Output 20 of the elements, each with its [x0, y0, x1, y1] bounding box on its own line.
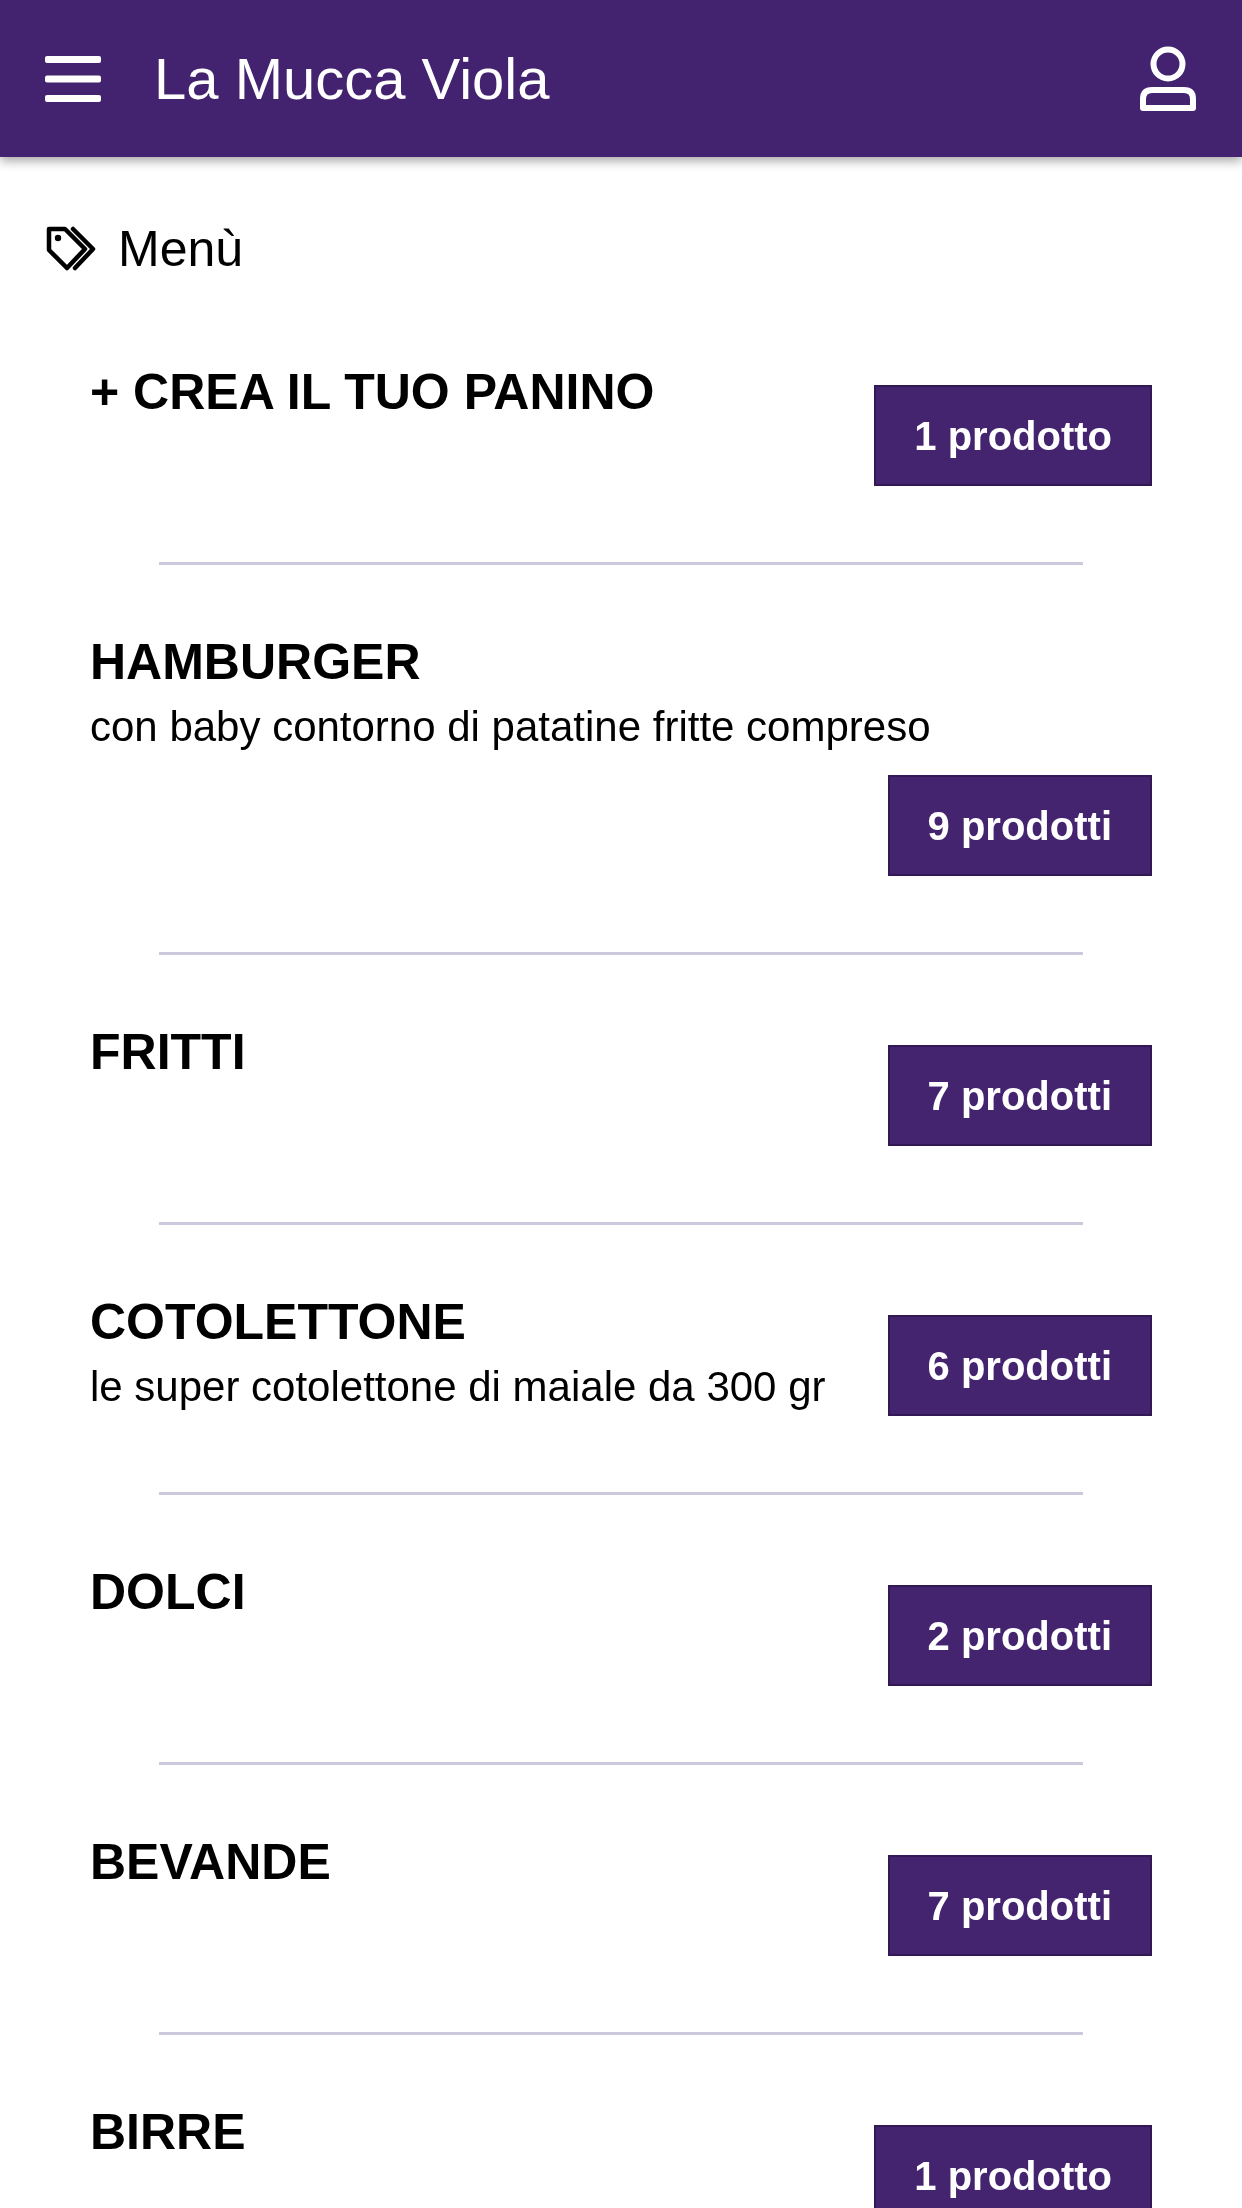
category-title: BEVANDE [90, 1833, 331, 1892]
category-title: BIRRE [90, 2103, 246, 2162]
category-title: + CREA IL TUO PANINO [90, 363, 655, 422]
user-icon[interactable] [1139, 45, 1197, 112]
app-title: La Mucca Viola [154, 44, 550, 113]
category-title: HAMBURGER [90, 633, 422, 692]
menu-icon[interactable] [45, 55, 101, 102]
product-count-button[interactable]: 2 prodotti [887, 1585, 1152, 1686]
category-title: COTOLETTONE [90, 1293, 467, 1352]
category-description: le super cotolettone di maiale da 300 gr [90, 1362, 826, 1412]
product-count-button[interactable]: 6 prodotti [887, 1315, 1152, 1416]
product-count-button[interactable]: 9 prodotti [887, 775, 1152, 876]
category-title: FRITTI [90, 1023, 246, 1082]
section-title: Menù [118, 220, 244, 279]
product-count-button[interactable]: 1 prodotto [874, 2125, 1152, 2208]
product-count-button[interactable]: 7 prodotti [887, 1045, 1152, 1146]
product-count-button[interactable]: 1 prodotto [874, 385, 1152, 486]
product-count-button[interactable]: 7 prodotti [887, 1855, 1152, 1956]
category-description: con baby contorno di patatine fritte compreso [90, 702, 931, 752]
category-title: DOLCI [90, 1563, 246, 1622]
